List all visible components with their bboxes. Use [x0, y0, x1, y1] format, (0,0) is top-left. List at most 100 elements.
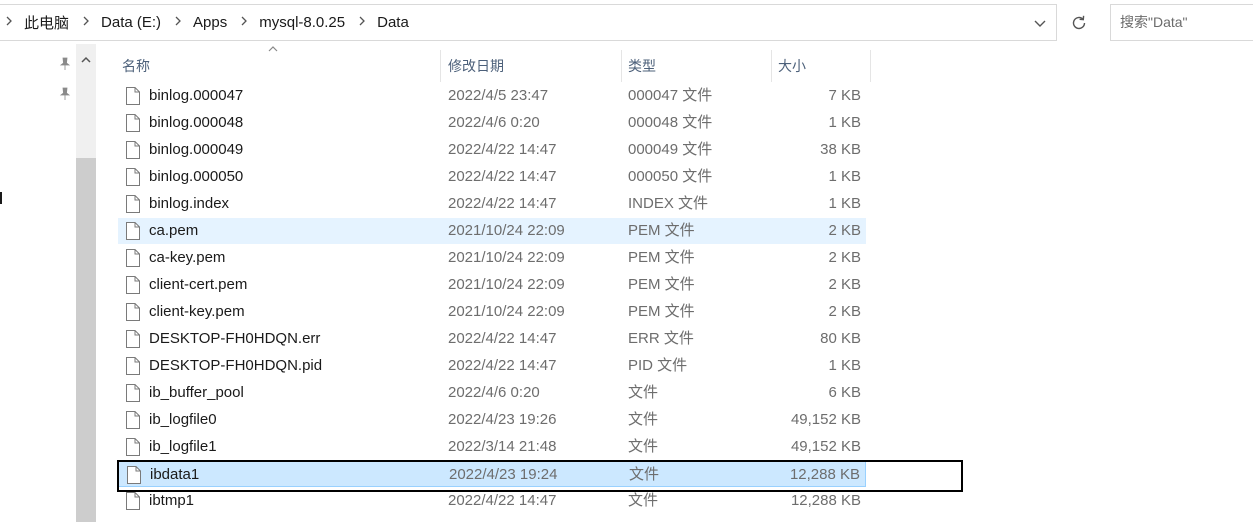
file-date: 2022/4/23 19:26: [448, 411, 557, 428]
file-icon: [126, 492, 140, 510]
file-row[interactable]: ca.pem 2021/10/24 22:09 PEM 文件 2 KB: [118, 218, 866, 244]
file-size: 38 KB: [820, 141, 861, 158]
column-header-name[interactable]: 名称: [116, 50, 441, 82]
file-size: 2 KB: [828, 276, 861, 293]
file-date: 2022/4/22 14:47: [448, 195, 557, 212]
scroll-up-icon[interactable]: [76, 50, 96, 70]
file-icon: [126, 411, 140, 429]
file-icon: [126, 330, 140, 348]
file-row[interactable]: client-key.pem 2021/10/24 22:09 PEM 文件 2 KB: [118, 299, 866, 325]
file-date: 2022/4/5 23:47: [448, 87, 549, 104]
file-name: ca-key.pem: [149, 249, 226, 266]
chevron-right-icon[interactable]: [357, 15, 367, 30]
chevron-right-icon[interactable]: [239, 15, 249, 30]
file-size: 80 KB: [820, 330, 861, 347]
file-date: 2022/3/14 21:48: [448, 438, 557, 455]
chevron-right-icon[interactable]: [81, 15, 91, 30]
file-icon: [126, 141, 140, 159]
file-row[interactable]: ib_logfile0 2022/4/23 19:26 文件 49,152 KB: [118, 407, 866, 433]
file-date: 2022/4/22 14:47: [448, 492, 557, 509]
file-name: binlog.000049: [149, 141, 244, 158]
chevron-right-icon[interactable]: [173, 15, 183, 30]
file-row[interactable]: DESKTOP-FH0HDQN.pid 2022/4/22 14:47 PID 文件…: [118, 353, 866, 379]
file-type: 000047 文件: [628, 87, 713, 104]
breadcrumb-item[interactable]: Data (E:): [101, 14, 161, 31]
refresh-icon: [1072, 15, 1086, 29]
file-row[interactable]: ib_logfile1 2022/3/14 21:48 文件 49,152 KB: [118, 434, 866, 460]
file-row[interactable]: binlog.000049 2022/4/22 14:47 000049 文件 38 …: [118, 137, 866, 163]
file-row[interactable]: ibdata1 2022/4/23 19:24 文件 12,288 KB: [118, 461, 866, 487]
nav-scrollbar-thumb[interactable]: [76, 158, 96, 522]
file-icon: [126, 249, 140, 267]
file-size: 49,152 KB: [790, 411, 861, 428]
file-name: ca.pem: [149, 222, 199, 239]
file-date: 2022/4/22 14:47: [448, 141, 557, 158]
file-type: ERR 文件: [628, 330, 694, 347]
file-name: ibtmp1: [149, 492, 195, 509]
breadcrumb-item[interactable]: Data: [377, 14, 409, 31]
chevron-down-icon[interactable]: [1030, 13, 1050, 33]
file-type: 文件: [628, 384, 659, 401]
file-date: 2021/10/24 22:09: [448, 276, 565, 293]
file-date: 2021/10/24 22:09: [448, 222, 565, 239]
pin-icon[interactable]: [58, 57, 72, 71]
file-type: PID 文件: [628, 357, 688, 374]
navigation-pane: [0, 44, 96, 522]
column-header-type[interactable]: 类型: [622, 50, 772, 82]
file-row[interactable]: ca-key.pem 2021/10/24 22:09 PEM 文件 2 KB: [118, 245, 866, 271]
file-name: DESKTOP-FH0HDQN.pid: [149, 357, 323, 374]
file-date: 2022/4/22 14:47: [448, 168, 557, 185]
file-name: DESKTOP-FH0HDQN.err: [149, 330, 321, 347]
file-type: 000048 文件: [628, 114, 713, 131]
file-row[interactable]: ib_buffer_pool 2022/4/6 0:20 文件 6 KB: [118, 380, 866, 406]
breadcrumb-item[interactable]: Apps: [193, 14, 227, 31]
file-row[interactable]: binlog.000047 2022/4/5 23:47 000047 文件 7 KB: [118, 83, 866, 109]
file-size: 12,288 KB: [790, 492, 861, 509]
refresh-button[interactable]: [1063, 5, 1095, 40]
column-header-date[interactable]: 修改日期: [442, 50, 622, 82]
search-input[interactable]: 搜索"Data": [1110, 4, 1253, 41]
pin-icon[interactable]: [58, 87, 72, 101]
file-name: binlog.000050: [149, 168, 244, 185]
file-icon: [126, 114, 140, 132]
file-name: binlog.000047: [149, 87, 244, 104]
file-row[interactable]: binlog.000048 2022/4/6 0:20 000048 文件 1 KB: [118, 110, 866, 136]
file-size: 2 KB: [828, 249, 861, 266]
file-date: 2022/4/6 0:20: [448, 384, 540, 401]
file-type: 000050 文件: [628, 168, 713, 185]
file-date: 2022/4/6 0:20: [448, 114, 540, 131]
file-type: PEM 文件: [628, 222, 695, 239]
file-icon: [126, 222, 140, 240]
file-date: 2022/4/23 19:24: [449, 466, 558, 483]
file-type: 000049 文件: [628, 141, 713, 158]
file-row[interactable]: ibtmp1 2022/4/22 14:47 文件 12,288 KB: [118, 488, 866, 514]
file-date: 2021/10/24 22:09: [448, 249, 565, 266]
file-icon: [126, 87, 140, 105]
chevron-right-icon[interactable]: [4, 15, 14, 30]
file-name: ib_logfile0: [149, 411, 217, 428]
file-name: ib_logfile1: [149, 438, 217, 455]
file-row[interactable]: DESKTOP-FH0HDQN.err 2022/4/22 14:47 ERR 文件…: [118, 326, 866, 352]
file-icon: [126, 195, 140, 213]
file-size: 7 KB: [828, 87, 861, 104]
file-size: 1 KB: [828, 357, 861, 374]
file-name: client-cert.pem: [149, 276, 248, 293]
file-date: 2021/10/24 22:09: [448, 303, 565, 320]
file-size: 49,152 KB: [790, 438, 861, 455]
file-type: PEM 文件: [628, 303, 695, 320]
file-size: 12,288 KB: [789, 466, 860, 483]
breadcrumb[interactable]: 此电脑 Data (E:) Apps mysql-8.0.25 Data: [0, 4, 1057, 41]
file-row[interactable]: client-cert.pem 2021/10/24 22:09 PEM 文件 2 K…: [118, 272, 866, 298]
file-size: 1 KB: [828, 195, 861, 212]
breadcrumb-item[interactable]: mysql-8.0.25: [259, 14, 345, 31]
file-size: 6 KB: [828, 384, 861, 401]
file-row[interactable]: binlog.000050 2022/4/22 14:47 000050 文件 1 K…: [118, 164, 866, 190]
file-row[interactable]: binlog.index 2022/4/22 14:47 INDEX 文件 1 KB: [118, 191, 866, 217]
file-size: 2 KB: [828, 303, 861, 320]
file-icon: [126, 384, 140, 402]
column-header-size[interactable]: 大小: [772, 50, 871, 82]
file-list: 名称 修改日期 类型 大小 binlog.000047 2022/4/5 23:4…: [96, 44, 1253, 522]
column-headers: 名称 修改日期 类型 大小: [96, 44, 1253, 82]
file-type: INDEX 文件: [628, 195, 709, 212]
breadcrumb-item[interactable]: 此电脑: [24, 12, 69, 33]
